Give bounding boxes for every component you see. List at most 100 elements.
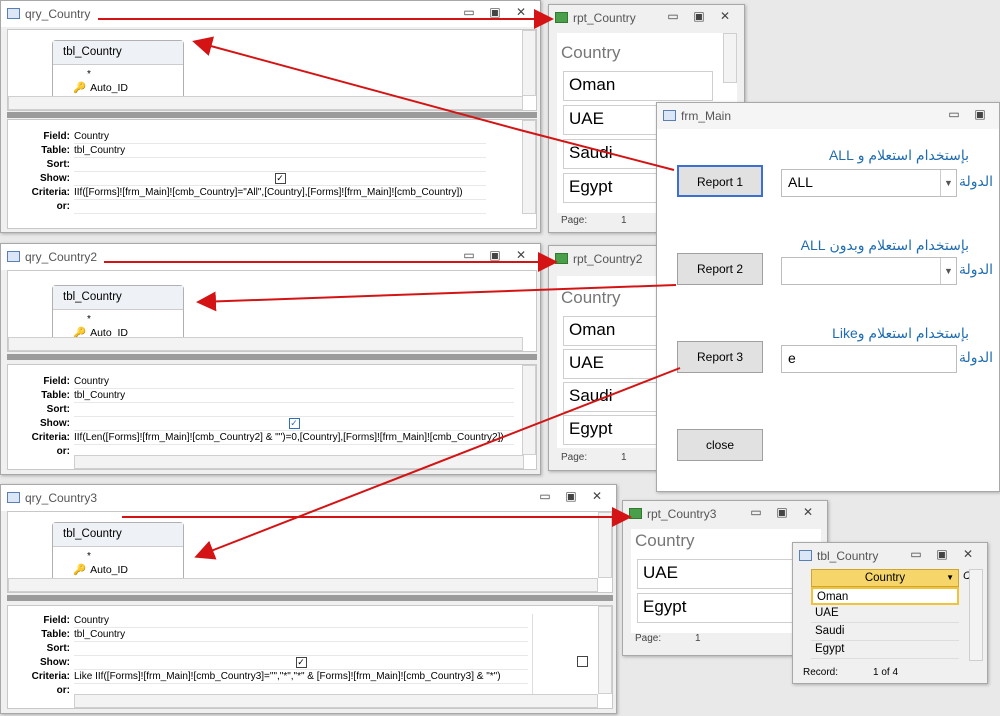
maximize-icon[interactable]: ▣ (771, 505, 793, 519)
grid-column[interactable]: Country tbl_Country ✓ IIf(Len([Forms]![f… (74, 375, 514, 459)
country-combo-2[interactable]: ▼ (781, 257, 957, 285)
criteria-cell[interactable]: IIf([Forms]![frm_Main]![cmb_Country]="Al… (74, 186, 486, 200)
country-text-3[interactable]: e (781, 345, 957, 373)
minimize-icon[interactable]: ▭ (943, 107, 965, 121)
sort-cell[interactable] (74, 403, 514, 417)
record-navigator[interactable]: 1 of 4 (873, 667, 898, 678)
report-3-button[interactable]: Report 3 (677, 341, 763, 373)
table-cell[interactable]: tbl_Country (74, 389, 514, 403)
minimize-icon[interactable]: ▭ (662, 9, 684, 23)
close-icon[interactable]: ✕ (714, 9, 736, 23)
table-cell[interactable]: tbl_Country (74, 144, 486, 158)
window-title: qry_Country3 (25, 491, 98, 505)
table-box[interactable]: tbl_Country * 🔑 Auto_ID (52, 285, 184, 345)
show-checkbox-2[interactable] (577, 656, 588, 667)
field-cell[interactable]: Country (74, 375, 514, 389)
minimize-icon[interactable]: ▭ (458, 5, 480, 19)
criteria-cell[interactable]: IIf(Len([Forms]![frm_Main]![cmb_Country2… (74, 431, 514, 445)
field-cell[interactable]: Country (74, 130, 486, 144)
table-row[interactable]: Oman (811, 587, 959, 605)
minimize-icon[interactable]: ▭ (458, 248, 480, 262)
show-checkbox[interactable]: ✓ (295, 657, 307, 668)
query-icon (7, 8, 20, 19)
close-icon[interactable]: ✕ (586, 489, 608, 503)
minimize-icon[interactable]: ▭ (534, 489, 556, 503)
sort-cell[interactable] (74, 642, 528, 656)
show-cell[interactable]: ✓ (74, 656, 528, 670)
table-row[interactable]: UAE (811, 605, 959, 623)
report-header: Country (635, 531, 695, 550)
column-header[interactable]: Country ▼ (811, 569, 959, 587)
all-fields-item[interactable]: * (87, 69, 91, 80)
horizontal-scrollbar[interactable] (74, 455, 524, 469)
grid-column[interactable]: Country tbl_Country ✓ IIf([Forms]![frm_M… (74, 130, 486, 214)
show-checkbox[interactable]: ✓ (274, 173, 286, 184)
table-box[interactable]: tbl_Country * 🔑 Auto_ID (52, 522, 184, 582)
vertical-scrollbar[interactable] (969, 569, 983, 661)
maximize-icon[interactable]: ▣ (688, 9, 710, 23)
grid-row-labels: Field: Table: Sort: Show: Criteria: or: (8, 130, 70, 214)
table-box[interactable]: tbl_Country * 🔑 Auto_ID (52, 40, 184, 100)
key-field-label: Auto_ID (90, 564, 129, 576)
vertical-scrollbar[interactable] (598, 512, 612, 578)
page-label: Page: (635, 633, 662, 644)
sort-arrow-icon[interactable]: ▼ (946, 570, 954, 586)
table-pane: tbl_Country * 🔑 Auto_ID (7, 270, 537, 352)
minimize-icon[interactable]: ▭ (905, 547, 927, 561)
pane-splitter[interactable] (7, 112, 537, 118)
horizontal-scrollbar[interactable] (8, 578, 598, 592)
maximize-icon[interactable]: ▣ (969, 107, 991, 121)
country-label-1: الدولة (959, 173, 994, 189)
close-icon[interactable]: ✕ (510, 5, 532, 19)
table-cell[interactable]: tbl_Country (74, 628, 528, 642)
key-field[interactable]: 🔑 Auto_ID (73, 563, 128, 576)
maximize-icon[interactable]: ▣ (484, 5, 506, 19)
table-row[interactable]: Egypt (811, 641, 959, 659)
all-fields-item[interactable]: * (87, 314, 91, 325)
country-combo-1[interactable]: ALL ▼ (781, 169, 957, 197)
key-field[interactable]: 🔑 Auto_ID (73, 81, 128, 94)
close-icon[interactable]: ✕ (957, 547, 979, 561)
or-cell[interactable] (74, 200, 486, 214)
pane-splitter[interactable] (7, 595, 613, 601)
close-button[interactable]: close (677, 429, 763, 461)
chevron-down-icon[interactable]: ▼ (940, 258, 956, 284)
vertical-scrollbar[interactable] (522, 30, 536, 96)
vertical-scrollbar[interactable] (598, 606, 612, 694)
close-icon[interactable]: ✕ (510, 248, 532, 262)
show-cell[interactable]: ✓ (74, 172, 486, 186)
horizontal-scrollbar[interactable] (8, 337, 523, 351)
show-cell[interactable]: ✓ (74, 417, 514, 431)
page-number[interactable]: 1 (621, 452, 627, 463)
horizontal-scrollbar[interactable] (74, 694, 598, 708)
form-window: frm_Main ▭ ▣ بإستخدام استعلام و ALL Repo… (656, 102, 1000, 492)
show-checkbox[interactable]: ✓ (288, 418, 300, 429)
vertical-scrollbar[interactable] (522, 120, 536, 214)
minimize-icon[interactable]: ▭ (745, 505, 767, 519)
maximize-icon[interactable]: ▣ (560, 489, 582, 503)
window-title: qry_Country (25, 7, 91, 21)
close-icon[interactable]: ✕ (797, 505, 819, 519)
page-number[interactable]: 1 (621, 215, 627, 226)
vertical-scrollbar[interactable] (723, 33, 737, 83)
maximize-icon[interactable]: ▣ (931, 547, 953, 561)
report-2-button[interactable]: Report 2 (677, 253, 763, 285)
chevron-down-icon[interactable]: ▼ (940, 170, 956, 196)
table-name: tbl_Country (53, 286, 183, 310)
maximize-icon[interactable]: ▣ (484, 248, 506, 262)
page-label: Page: (561, 215, 588, 226)
field-cell[interactable]: Country (74, 614, 528, 628)
criteria-cell[interactable]: Like IIf([Forms]![frm_Main]![cmb_Country… (74, 670, 528, 684)
country-label-2: الدولة (959, 261, 994, 277)
report-1-button[interactable]: Report 1 (677, 165, 763, 197)
table-row[interactable]: Saudi (811, 623, 959, 641)
page-number[interactable]: 1 (695, 633, 701, 644)
all-fields-item[interactable]: * (87, 551, 91, 562)
grid-column-2[interactable] (532, 614, 596, 698)
horizontal-scrollbar[interactable] (8, 96, 523, 110)
grid-column[interactable]: Country tbl_Country ✓ Like IIf([Forms]![… (74, 614, 528, 698)
table-name: tbl_Country (53, 523, 183, 547)
vertical-scrollbar[interactable] (522, 365, 536, 455)
pane-splitter[interactable] (7, 354, 537, 360)
sort-cell[interactable] (74, 158, 486, 172)
